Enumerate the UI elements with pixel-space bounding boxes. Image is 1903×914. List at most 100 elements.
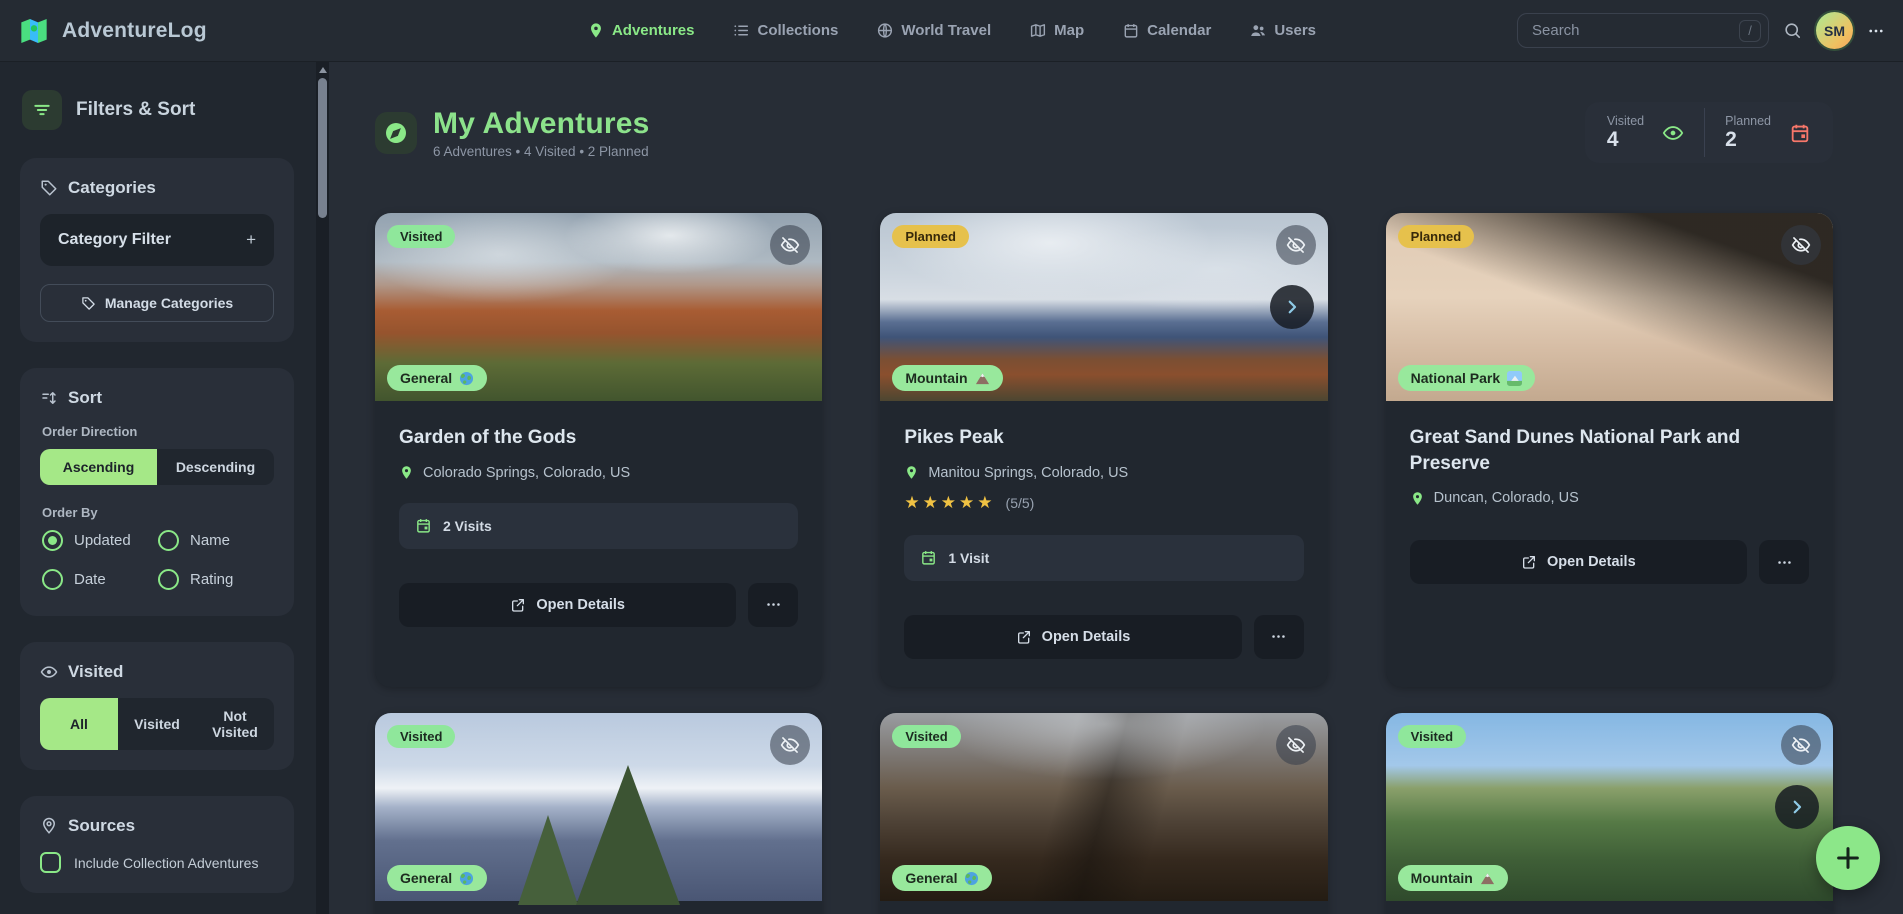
category-badge: Mountain [892, 365, 1002, 391]
adventure-card-partial-6: Visited Mountain [1386, 713, 1833, 914]
adventure-card-partial-4: Visited General [375, 713, 822, 914]
visited-filter-visited[interactable]: Visited [118, 698, 196, 750]
visit-count: 2 Visits [399, 503, 798, 549]
order-by-date[interactable]: Date [42, 569, 158, 590]
brand-name: AdventureLog [62, 19, 207, 43]
visited-panel: Visited AllVisitedNot Visited [20, 642, 294, 770]
nav-item-calendar[interactable]: Calendar [1122, 22, 1211, 39]
status-badge: Visited [387, 225, 455, 248]
nav-item-collections[interactable]: Collections [733, 22, 839, 39]
order-by-updated[interactable]: Updated [42, 530, 158, 551]
order-by-label: Order By [42, 505, 274, 520]
adventure-card-pikes-peak: Planned Mountain Pikes Peak Manitou Spri… [880, 213, 1327, 687]
page-title: My Adventures [433, 107, 650, 141]
card-menu-button[interactable] [1254, 615, 1304, 659]
card-menu-button[interactable] [748, 583, 798, 627]
eye-off-icon[interactable] [1276, 225, 1316, 265]
adventure-image[interactable]: Visited General [880, 713, 1327, 901]
scrollbar-thumb[interactable] [318, 78, 327, 218]
order-by-name[interactable]: Name [158, 530, 274, 551]
sources-panel: Sources Include Collection Adventures [20, 796, 294, 893]
visited-filter-toggle: AllVisitedNot Visited [40, 698, 274, 750]
checkbox[interactable] [40, 852, 61, 873]
adventure-card-garden-of-the-gods: Visited General Garden of the Gods Color… [375, 213, 822, 687]
radio-icon[interactable] [42, 530, 63, 551]
page-subtitle: 6 Adventures • 4 Visited • 2 Planned [433, 144, 650, 159]
order-direction-label: Order Direction [42, 424, 274, 439]
search-shortcut-key: / [1739, 20, 1761, 42]
next-image-button[interactable] [1775, 785, 1819, 829]
search-input[interactable] [1517, 13, 1769, 48]
sources-heading: Sources [40, 816, 274, 836]
category-badge: Mountain [1398, 865, 1508, 891]
open-details-button[interactable]: Open Details [399, 583, 736, 627]
category-icon [1507, 371, 1522, 386]
eye-off-icon[interactable] [1276, 725, 1316, 765]
nav-item-world-travel[interactable]: World Travel [876, 22, 991, 39]
map-icon [1029, 22, 1046, 39]
open-details-button[interactable]: Open Details [1410, 540, 1747, 584]
sidebar-scrollbar[interactable] [316, 62, 329, 914]
eye-off-icon[interactable] [770, 725, 810, 765]
order-by-options: Updated Name Date Rating [42, 530, 274, 590]
nav-item-users[interactable]: Users [1249, 22, 1316, 39]
category-badge: General [387, 865, 487, 891]
avatar[interactable]: SM [1816, 12, 1853, 49]
navbar-actions: / SM [1517, 12, 1885, 49]
nav-item-adventures[interactable]: Adventures [587, 22, 695, 39]
stat-planned: Planned 2 [1704, 108, 1831, 157]
sidebar-title: Filters & Sort [76, 99, 195, 121]
category-icon [459, 871, 474, 886]
overflow-menu-button[interactable] [1867, 22, 1885, 40]
eye-off-icon[interactable] [1781, 725, 1821, 765]
status-badge: Visited [892, 725, 960, 748]
adventure-image[interactable]: Visited General [375, 213, 822, 401]
order-by-rating[interactable]: Rating [158, 569, 274, 590]
adventure-title: Garden of the Gods [399, 425, 798, 451]
eye-off-icon[interactable] [770, 225, 810, 265]
adventure-card-partial-5: Visited General [880, 713, 1327, 914]
add-adventure-button[interactable] [1816, 826, 1880, 890]
status-badge: Visited [387, 725, 455, 748]
stats-box: Visited 4 Planned 2 [1585, 102, 1833, 163]
radio-icon[interactable] [158, 530, 179, 551]
adventure-image[interactable]: Visited General [375, 713, 822, 901]
category-badge: General [892, 865, 992, 891]
adventure-image[interactable]: Visited Mountain [1386, 713, 1833, 901]
map-pin-icon [40, 817, 58, 835]
open-details-button[interactable]: Open Details [904, 615, 1241, 659]
eye-off-icon[interactable] [1781, 225, 1821, 265]
category-icon [975, 371, 990, 386]
adventure-image[interactable]: Planned Mountain [880, 213, 1327, 401]
card-menu-button[interactable] [1759, 540, 1809, 584]
nav-item-map[interactable]: Map [1029, 22, 1084, 39]
filters-sidebar: Filters & Sort Categories Category Filte… [0, 62, 316, 914]
sidebar-header: Filters & Sort [22, 90, 294, 130]
star-icons: ★★★★★ [904, 493, 995, 513]
sort-direction-descending[interactable]: Descending [157, 449, 274, 485]
brand[interactable]: AdventureLog [18, 15, 207, 47]
categories-heading: Categories [40, 178, 274, 198]
visited-filter-not-visited[interactable]: Not Visited [196, 698, 274, 750]
eye-icon [40, 663, 58, 681]
manage-categories-button[interactable]: Manage Categories [40, 284, 274, 322]
include-collection-adventures[interactable]: Include Collection Adventures [40, 852, 274, 873]
adventure-image[interactable]: Planned National Park [1386, 213, 1833, 401]
radio-icon[interactable] [158, 569, 179, 590]
category-badge: General [387, 365, 487, 391]
category-filter-collapse[interactable]: Category Filter + [40, 214, 274, 266]
sort-direction-ascending[interactable]: Ascending [40, 449, 157, 485]
adventure-card-great-sand-dunes-national-park-and-preserve: Planned National Park Great Sand Dunes N… [1386, 213, 1833, 687]
search-icon[interactable] [1783, 21, 1802, 40]
navbar: AdventureLog Adventures Collections Worl… [0, 0, 1903, 62]
tag-icon [40, 179, 58, 197]
scroll-up-arrow-icon[interactable] [319, 67, 327, 73]
next-image-button[interactable] [1270, 285, 1314, 329]
calendar-icon [1122, 22, 1139, 39]
radio-icon[interactable] [42, 569, 63, 590]
visited-filter-all[interactable]: All [40, 698, 118, 750]
eye-icon [1662, 122, 1684, 144]
sort-icon [40, 389, 58, 407]
adventure-title: Pikes Peak [904, 425, 1303, 451]
status-badge: Planned [1398, 225, 1475, 248]
